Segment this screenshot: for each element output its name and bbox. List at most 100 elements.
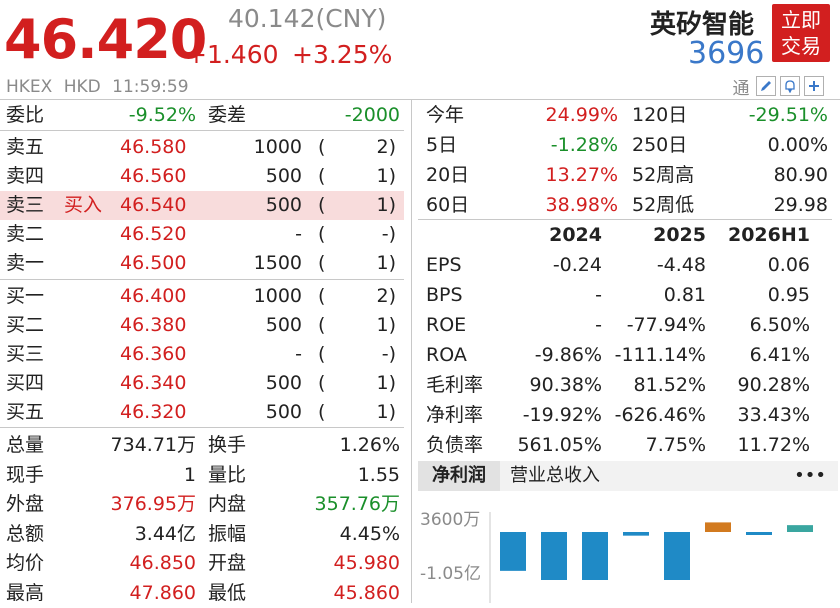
fin-label: 净利率 bbox=[426, 404, 484, 426]
fin-label: ROE bbox=[426, 314, 467, 336]
fin-year-header: 2026H1 bbox=[727, 224, 810, 246]
ask-label: 卖五 bbox=[6, 136, 45, 158]
stat-value: 376.95万 bbox=[110, 493, 196, 515]
stat-label: 振幅 bbox=[208, 522, 247, 545]
fin-label: ROA bbox=[426, 344, 467, 366]
stat-row: 现手 1 量比 1.55 bbox=[0, 461, 404, 490]
fin-row: 毛利率 90.38% 81.52% 90.28% bbox=[418, 370, 832, 400]
stat-value: 45.980 bbox=[333, 552, 400, 574]
perf-value: 29.98 bbox=[773, 194, 828, 216]
bid-row: 买五 46.320 500 (1) bbox=[0, 398, 404, 427]
bid-count-open: ( bbox=[318, 372, 326, 394]
fin-row: ROA -9.86% -111.14% 6.41% bbox=[418, 340, 832, 370]
fin-value: -0.24 bbox=[552, 254, 602, 276]
ask-volume: 500 bbox=[265, 165, 302, 187]
tab-net-profit[interactable]: 净利润 bbox=[418, 461, 500, 491]
fin-label: 负债率 bbox=[426, 434, 484, 456]
perf-row: 5日 -1.28% 250日 0.00% bbox=[418, 130, 832, 160]
fin-year-header: 2025 bbox=[653, 224, 706, 246]
perf-row: 20日 13.27% 52周高 80.90 bbox=[418, 160, 832, 190]
bid-row: 买一 46.400 1000 (2) bbox=[0, 282, 404, 311]
trade-label-2: 交易 bbox=[781, 34, 821, 58]
bid-price: 46.400 bbox=[120, 285, 187, 307]
bid-count-open: ( bbox=[318, 314, 326, 336]
fin-year-header: 2024 bbox=[549, 224, 602, 246]
trade-now-button[interactable]: 立即 交易 bbox=[772, 4, 830, 62]
stat-label: 换手 bbox=[208, 434, 247, 456]
tab-revenue[interactable]: 营业总收入 bbox=[510, 461, 600, 491]
bid-label: 买五 bbox=[6, 401, 45, 423]
chart-bar bbox=[664, 532, 690, 580]
perf-row: 60日 38.98% 52周低 29.98 bbox=[418, 190, 832, 220]
chart-bar bbox=[705, 522, 731, 532]
ask-price: 46.540 bbox=[120, 194, 187, 216]
perf-label: 52周高 bbox=[632, 164, 695, 186]
cny-price: 40.142(CNY) bbox=[228, 4, 387, 33]
bid-price: 46.320 bbox=[120, 401, 187, 423]
chart-bar bbox=[500, 532, 526, 571]
bid-count-open: ( bbox=[318, 285, 326, 307]
ask-volume: - bbox=[295, 223, 302, 245]
ask-label: 卖三 bbox=[6, 194, 45, 216]
quote-header: 46.420 40.142(CNY) +1.460 +3.25% 英矽智能 36… bbox=[0, 0, 840, 100]
chart-bar bbox=[541, 532, 567, 580]
stat-label: 总量 bbox=[6, 434, 45, 456]
bid-count: 1) bbox=[376, 372, 396, 394]
stat-value: 47.860 bbox=[129, 581, 196, 604]
stat-value: 3.44亿 bbox=[134, 522, 196, 545]
fin-label: BPS bbox=[426, 284, 463, 306]
y-tick-label-bottom: -1.05亿 bbox=[420, 564, 481, 584]
price-change-pct: +3.25% bbox=[292, 40, 393, 69]
perf-label: 20日 bbox=[426, 164, 470, 186]
bid-count: 1) bbox=[376, 314, 396, 336]
stat-label: 量比 bbox=[208, 463, 247, 486]
bid-count: 1) bbox=[376, 401, 396, 423]
exchange-label: HKEX bbox=[6, 77, 53, 97]
ask-row: 卖一 46.500 1500 (1) bbox=[0, 249, 404, 278]
ask-label: 卖四 bbox=[6, 165, 45, 187]
chart-bar bbox=[787, 525, 813, 532]
stat-label: 均价 bbox=[6, 552, 45, 574]
bid-label: 买一 bbox=[6, 285, 45, 307]
stat-label: 开盘 bbox=[208, 552, 247, 574]
stat-label: 现手 bbox=[6, 463, 45, 486]
bid-price: 46.380 bbox=[120, 314, 187, 336]
ask-volume: 500 bbox=[265, 194, 302, 216]
fin-label: 毛利率 bbox=[426, 374, 484, 396]
chart-bar bbox=[623, 532, 649, 536]
bell-icon[interactable] bbox=[780, 76, 800, 96]
ask-row: 卖三 买入 46.540 500 (1) bbox=[0, 191, 404, 220]
fin-value: - bbox=[595, 284, 602, 306]
fin-value: 0.81 bbox=[663, 284, 706, 306]
ask-price: 46.580 bbox=[120, 136, 187, 158]
stat-label: 总额 bbox=[6, 522, 45, 545]
fin-label: EPS bbox=[426, 254, 462, 276]
ask-count-open: ( bbox=[318, 165, 326, 187]
connect-label[interactable]: 通 bbox=[730, 74, 752, 99]
bid-label: 买二 bbox=[6, 314, 45, 336]
stat-value: 45.860 bbox=[333, 581, 400, 604]
stat-label: 外盘 bbox=[6, 493, 45, 515]
fin-row: BPS - 0.81 0.95 bbox=[418, 280, 832, 310]
fin-value: 0.06 bbox=[767, 254, 810, 276]
perf-value: 13.27% bbox=[545, 164, 618, 186]
chart-bar bbox=[746, 532, 772, 535]
bid-volume: 500 bbox=[265, 401, 302, 423]
more-options-icon[interactable]: ••• bbox=[794, 461, 826, 491]
bid-row: 买四 46.340 500 (1) bbox=[0, 369, 404, 398]
perf-row: 今年 24.99% 120日 -29.51% bbox=[418, 100, 832, 130]
bid-label: 买四 bbox=[6, 372, 45, 394]
perf-value: 38.98% bbox=[545, 194, 618, 216]
order-ratio-row: 委比 -9.52% 委差 -2000 bbox=[0, 101, 404, 130]
ask-label: 卖一 bbox=[6, 252, 45, 274]
perf-label: 250日 bbox=[632, 134, 688, 156]
plus-icon[interactable] bbox=[804, 76, 824, 96]
edit-icon[interactable] bbox=[756, 76, 776, 96]
fin-value: - bbox=[595, 314, 602, 336]
toolbar: 通 bbox=[730, 74, 824, 99]
bid-row: 买三 46.360 -(-) bbox=[0, 340, 404, 369]
buy-tag: 买入 bbox=[64, 194, 103, 216]
fin-value: -19.92% bbox=[522, 404, 602, 426]
ask-count-open: ( bbox=[318, 194, 326, 216]
net-profit-chart: 3600万 -1.05亿 bbox=[418, 492, 838, 603]
